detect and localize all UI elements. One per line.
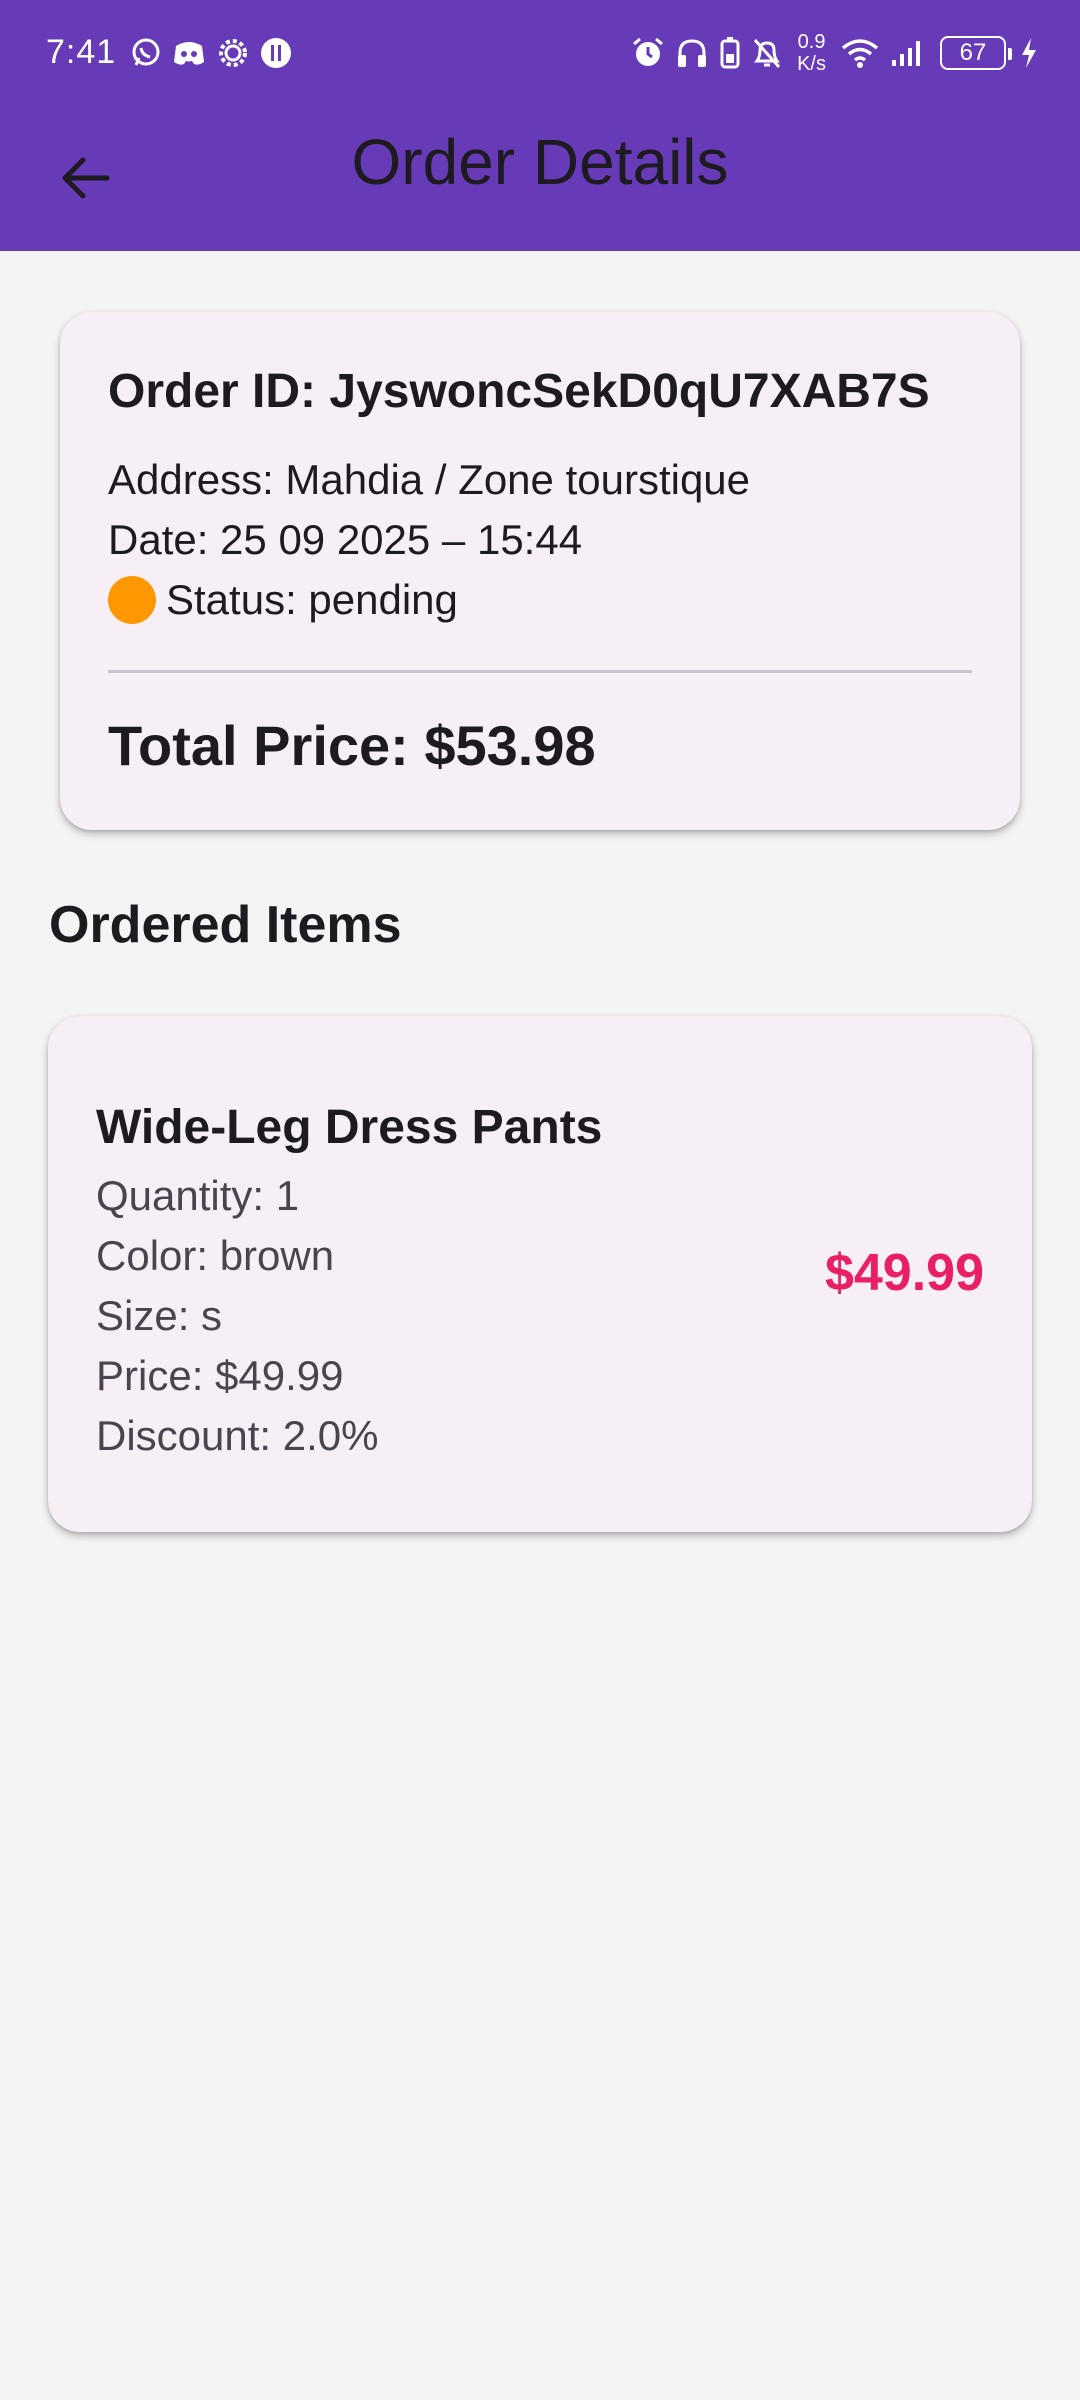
discord-icon — [172, 38, 206, 68]
settings-gear-icon — [216, 36, 250, 70]
item-price-badge: $49.99 — [824, 1244, 984, 1302]
item-discount: Discount: 2.0% — [96, 1412, 379, 1459]
battery-indicator: 67 — [940, 35, 1012, 70]
app-bar: 7:41 0.9 K/s 67 Order Details — [0, 0, 1080, 251]
order-status: Status: pending — [108, 570, 972, 630]
wifi-icon — [840, 37, 880, 69]
page-title: Order Details — [351, 126, 729, 198]
status-dot-icon — [108, 576, 156, 624]
net-speed-value: 0.9 — [797, 30, 826, 53]
order-address: Address: Mahdia / Zone tourstique — [108, 456, 751, 503]
order-id: Order ID: JyswoncSekD0qU7XAB7S — [108, 365, 930, 418]
headphones-icon — [675, 36, 709, 70]
net-speed-unit: K/s — [797, 52, 826, 75]
cellular-signal-icon — [890, 38, 926, 68]
mute-bell-icon — [751, 36, 783, 70]
status-bar: 7:41 0.9 K/s 67 — [0, 0, 1080, 105]
status-time: 7:41 — [46, 33, 117, 71]
order-summary-card: Order ID: JyswoncSekD0qU7XAB7S Address: … — [60, 312, 1020, 830]
toolbar: Order Details — [0, 105, 1080, 251]
battery-saver-icon — [719, 36, 741, 70]
alarm-icon — [631, 36, 665, 70]
battery-level: 67 — [959, 38, 987, 66]
item-name: Wide-Leg Dress Pants — [96, 1101, 603, 1154]
divider — [108, 670, 972, 673]
charging-bolt-icon — [1020, 37, 1038, 69]
order-status-text: Status: pending — [166, 576, 458, 623]
item-price-line: Price: $49.99 — [96, 1352, 344, 1399]
order-date: Date: 25 09 2025 – 15:44 — [108, 516, 583, 563]
ordered-items-heading: Ordered Items — [49, 896, 402, 954]
net-speed-indicator: 0.9 K/s — [797, 31, 826, 75]
ordered-item-card: Wide-Leg Dress Pants Quantity: 1 Color: … — [48, 1016, 1032, 1532]
whatsapp-icon — [130, 37, 162, 69]
app-notification-icon — [260, 37, 292, 69]
item-quantity: Quantity: 1 — [96, 1172, 300, 1219]
order-total-price: Total Price: $53.98 — [108, 714, 596, 777]
